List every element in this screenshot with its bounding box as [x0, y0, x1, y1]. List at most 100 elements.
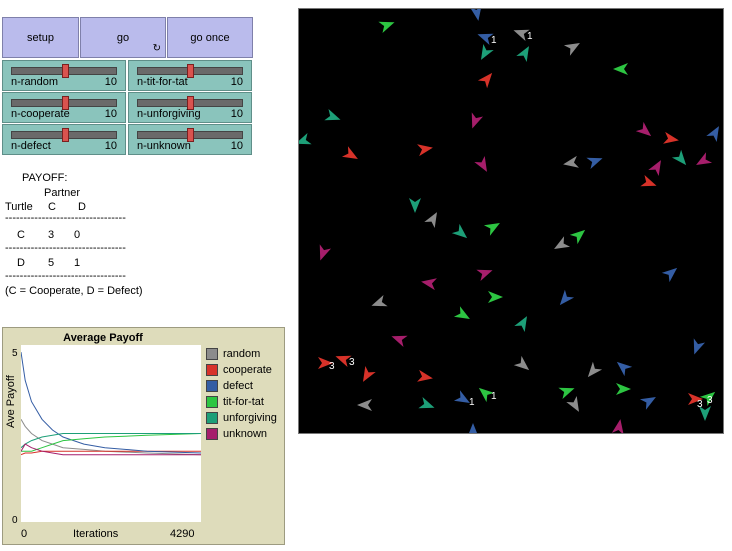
- slider-value: 10: [230, 108, 243, 120]
- turtle-unforgiving: [418, 396, 435, 409]
- turtle-unforgiving: [295, 132, 312, 145]
- turtle-unforgiving: [324, 108, 341, 121]
- turtle-unknown: [476, 269, 493, 282]
- slider-value: 10: [104, 140, 117, 152]
- turtle-label: 3: [697, 399, 703, 410]
- y-max-label: 5: [12, 348, 18, 359]
- turtle-cooperate: [363, 365, 376, 382]
- payoff-row-label: C: [17, 229, 25, 241]
- turtle-tit-for-tat: [558, 387, 575, 400]
- forever-loop-icon: ↻: [152, 43, 161, 54]
- slider-value: 10: [230, 140, 243, 152]
- turtle-tit-for-tat: [453, 306, 470, 319]
- slider-label: n-random: [11, 76, 59, 88]
- turtle-tit-for-tat: [569, 229, 586, 245]
- world-svg: 1 13 3113 3: [295, 5, 719, 438]
- payoff-divider: ---------------------------------: [5, 270, 126, 282]
- legend-swatch: [206, 364, 218, 376]
- legend-item: unknown: [206, 426, 277, 442]
- turtle-random: [587, 361, 603, 378]
- legend-item: tit-for-tat: [206, 394, 277, 410]
- turtle-random: [554, 236, 571, 249]
- n-random-slider[interactable]: n-random 10: [2, 60, 126, 91]
- plot-legend: random cooperate defect tit-for-tat unfo…: [206, 346, 277, 442]
- legend-item: unforgiving: [206, 410, 277, 426]
- n-unknown-slider[interactable]: n-unknown 10: [128, 124, 252, 155]
- turtle-random: [513, 355, 530, 371]
- turtle-defect: [559, 289, 575, 306]
- slider-value: 10: [230, 76, 243, 88]
- slider-label: n-defect: [11, 140, 51, 152]
- turtle-defect: [469, 5, 482, 21]
- payoff-cell: 1: [74, 257, 81, 269]
- go-once-button[interactable]: go once: [167, 17, 253, 58]
- payoff-cell: 3: [48, 229, 55, 241]
- turtle-cooperate: [640, 174, 657, 187]
- turtle-unforgiving: [516, 46, 529, 63]
- turtle-defect: [639, 397, 656, 410]
- turtle-defect: [693, 338, 706, 355]
- turtle-unknown: [474, 155, 487, 172]
- legend-swatch: [206, 348, 218, 360]
- payoff-cell: 0: [74, 229, 81, 241]
- turtle-tit-for-tat: [613, 63, 628, 75]
- payoff-row-label: D: [17, 257, 25, 269]
- legend-item: cooperate: [206, 362, 277, 378]
- slider-label: n-tit-for-tat: [137, 76, 188, 88]
- slider-knob[interactable]: [187, 64, 194, 78]
- slider-value: 10: [104, 76, 117, 88]
- turtle-random: [371, 294, 388, 307]
- turtle-unforgiving: [451, 223, 468, 239]
- turtle-random: [563, 43, 580, 56]
- turtle-label: 3: [349, 357, 355, 368]
- turtle-tit-for-tat: [616, 383, 631, 395]
- turtle-unforgiving: [671, 149, 687, 166]
- x-axis-label: Iterations: [73, 528, 119, 540]
- turtle-unforgiving: [481, 43, 494, 60]
- payoff-divider: ---------------------------------: [5, 242, 126, 254]
- n-cooperate-slider[interactable]: n-cooperate 10: [2, 92, 126, 123]
- series-line-defect: [20, 352, 202, 454]
- plot-title: Average Payoff: [63, 332, 143, 344]
- turtle-label: 1: [491, 35, 497, 46]
- turtle-cooperate: [477, 72, 493, 89]
- legend-swatch: [206, 428, 218, 440]
- turtle-defect: [661, 267, 678, 283]
- turtle-defect: [586, 157, 603, 170]
- n-defect-slider[interactable]: n-defect 10: [2, 124, 126, 155]
- turtle-cooperate: [417, 369, 433, 382]
- go-once-button-label: go once: [190, 31, 230, 44]
- y-axis-label: Ave Payoff: [5, 375, 17, 428]
- slider-knob[interactable]: [62, 64, 69, 78]
- slider-knob[interactable]: [62, 128, 69, 142]
- turtle-label: 3: [707, 395, 713, 406]
- turtle-random: [424, 212, 437, 229]
- turtle-unforgiving: [514, 316, 527, 333]
- slider-value: 10: [104, 108, 117, 120]
- turtle-tit-for-tat: [488, 291, 503, 303]
- legend-item: random: [206, 346, 277, 362]
- turtle-label: 1: [491, 391, 497, 402]
- plot-area: [20, 345, 202, 522]
- average-payoff-plot: Average Payoff 5 0 Ave Payoff 0 Iteratio…: [2, 327, 285, 545]
- y-min-label: 0: [12, 515, 18, 526]
- turtle-tit-for-tat: [378, 21, 395, 34]
- turtle-label: 1: [527, 31, 533, 42]
- slider-label: n-unknown: [137, 140, 191, 152]
- payoff-cell: 5: [48, 257, 55, 269]
- turtle-unforgiving: [409, 198, 421, 213]
- turtle-unknown: [696, 152, 713, 165]
- turtle-label: 1: [469, 397, 475, 408]
- legend-swatch: [206, 412, 218, 424]
- turtle-random: [357, 399, 372, 411]
- n-unforgiving-slider[interactable]: n-unforgiving 10: [128, 92, 252, 123]
- turtle-unknown: [421, 278, 437, 291]
- setup-button[interactable]: setup: [2, 17, 79, 58]
- legend-swatch: [206, 396, 218, 408]
- n-tit-for-tat-slider[interactable]: n-tit-for-tat 10: [128, 60, 252, 91]
- turtle-defect: [616, 361, 633, 377]
- go-button[interactable]: go ↻: [80, 17, 166, 58]
- turtle-cooperate: [341, 146, 358, 159]
- turtle-unknown: [319, 244, 332, 261]
- world-view[interactable]: 11331133: [295, 5, 724, 438]
